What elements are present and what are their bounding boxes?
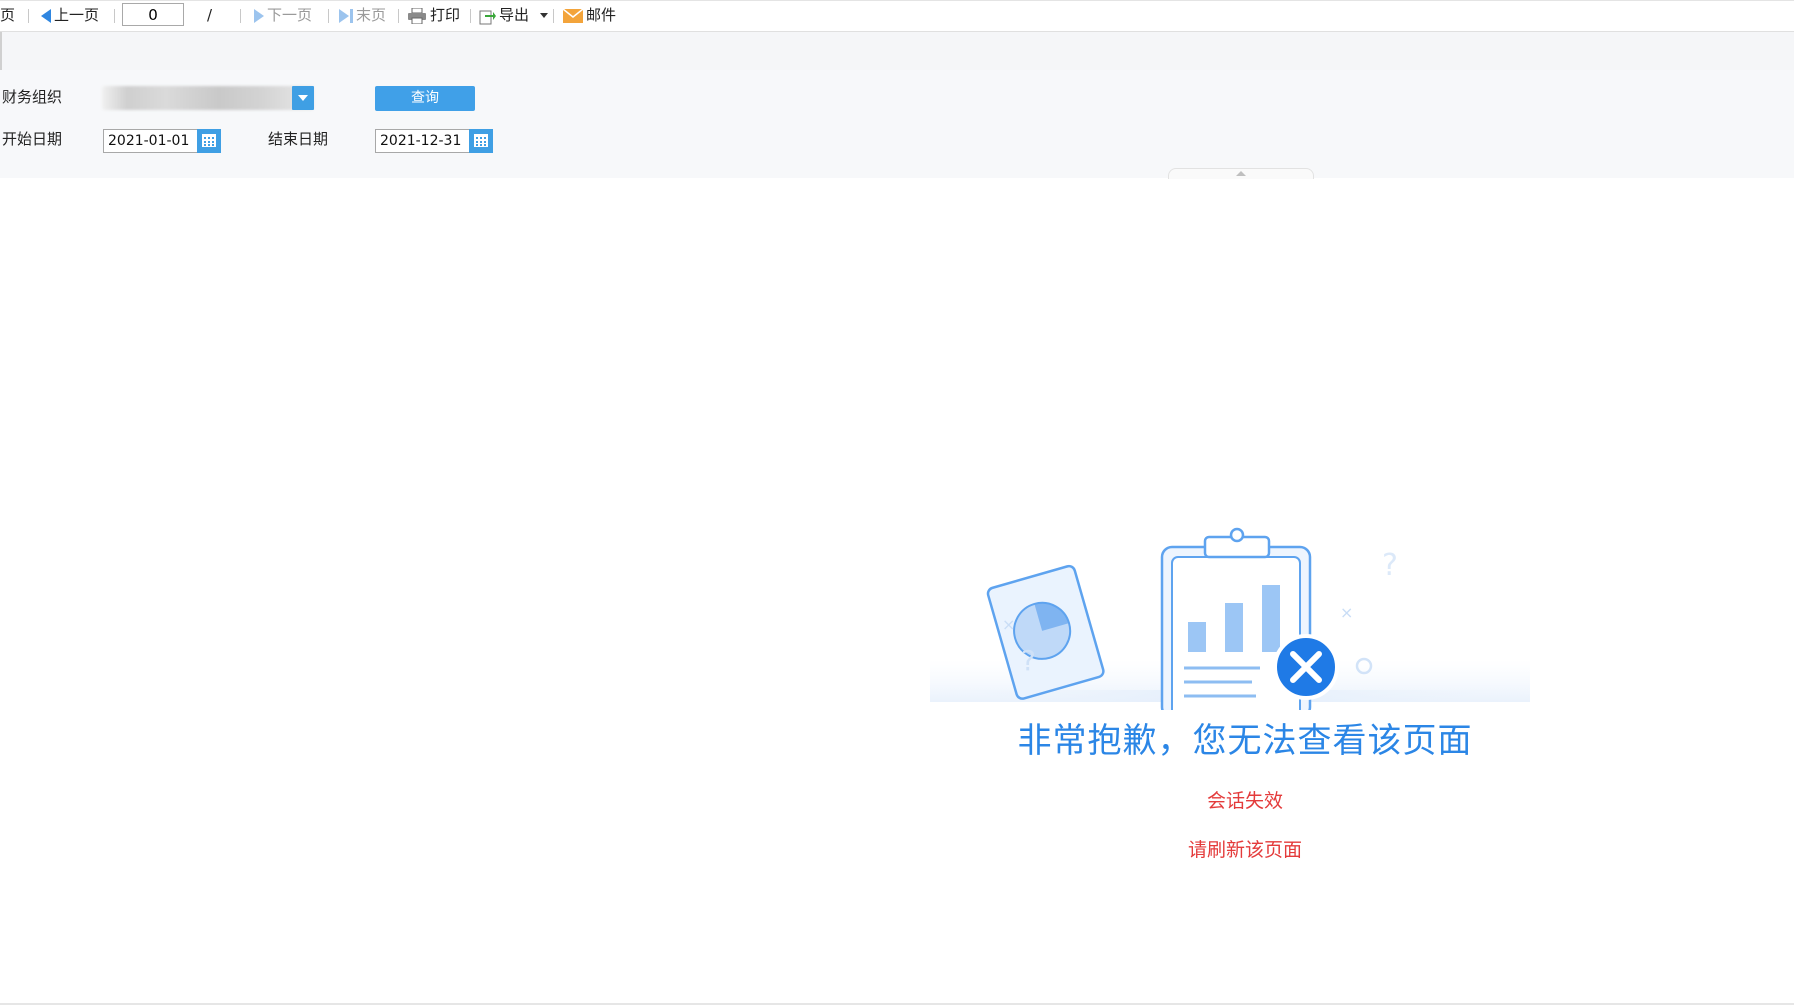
prev-page-button[interactable]: 上一页 — [41, 3, 99, 27]
mail-button[interactable]: 邮件 — [563, 3, 616, 27]
org-dropdown-button[interactable] — [292, 86, 314, 110]
printer-icon — [408, 7, 426, 24]
mail-label: 邮件 — [586, 6, 617, 24]
last-page-icon — [339, 8, 349, 23]
session-expired-message: 会话失效 — [1206, 790, 1283, 812]
end-date-input[interactable]: 2021-12-31 — [375, 129, 471, 153]
toolbar-divider — [470, 9, 471, 23]
export-icon — [479, 10, 496, 24]
svg-text:?: ? — [1382, 548, 1398, 583]
calendar-icon — [474, 134, 488, 147]
chevron-up-icon — [1236, 171, 1246, 176]
toolbar-strip — [0, 31, 1794, 71]
next-page-label: 下一页 — [267, 6, 313, 24]
export-button[interactable]: 导出 — [478, 3, 548, 27]
error-illustration: × × ? ? — [930, 527, 1530, 710]
org-label: 财务组织 — [2, 88, 63, 106]
svg-text:×: × — [1340, 603, 1353, 622]
svg-text:?: ? — [1021, 644, 1036, 677]
start-date-label: 开始日期 — [2, 130, 63, 148]
last-page-label: 末页 — [356, 6, 387, 24]
toolbar-divider — [398, 9, 399, 23]
first-page-label: 页 — [0, 6, 16, 24]
query-button[interactable]: 查询 — [375, 86, 475, 111]
page-number-input[interactable] — [122, 3, 184, 26]
last-page-button[interactable]: 末页 — [339, 3, 386, 27]
last-page-bar-icon — [350, 8, 353, 23]
print-button[interactable]: 打印 — [407, 3, 460, 27]
next-page-button[interactable]: 下一页 — [254, 3, 312, 27]
print-label: 打印 — [430, 6, 461, 24]
chevron-down-icon — [539, 13, 548, 18]
arrow-left-icon — [41, 8, 51, 23]
report-toolbar: 页 上一页 / 下一页 末页 打印 导出 邮件 — [0, 0, 1794, 31]
toolbar-divider — [553, 9, 554, 23]
end-date-label: 结束日期 — [268, 130, 329, 148]
svg-text:×: × — [1002, 615, 1015, 634]
toolbar-divider — [240, 9, 241, 23]
first-page-button[interactable]: 页 — [0, 3, 15, 27]
end-calendar-button[interactable] — [469, 129, 493, 153]
prev-page-label: 上一页 — [54, 6, 100, 24]
export-label: 导出 — [499, 6, 530, 24]
refresh-hint-message: 请刷新该页面 — [1187, 839, 1302, 861]
error-title: 非常抱歉，您无法查看该页面 — [1017, 721, 1473, 761]
org-select[interactable] — [102, 86, 314, 110]
chevron-down-icon — [298, 95, 308, 101]
mail-icon — [563, 8, 583, 23]
arrow-right-icon — [254, 8, 264, 23]
page-separator: / — [207, 6, 213, 24]
toolbar-divider — [328, 9, 329, 23]
collapse-panel-toggle[interactable] — [1168, 168, 1314, 179]
start-calendar-button[interactable] — [197, 129, 221, 153]
bottom-border — [0, 1003, 1794, 1005]
strip-edge — [0, 32, 2, 70]
toolbar-divider — [114, 9, 115, 23]
toolbar-divider — [28, 9, 29, 23]
calendar-icon — [202, 134, 216, 147]
start-date-input[interactable]: 2021-01-01 — [103, 129, 199, 153]
